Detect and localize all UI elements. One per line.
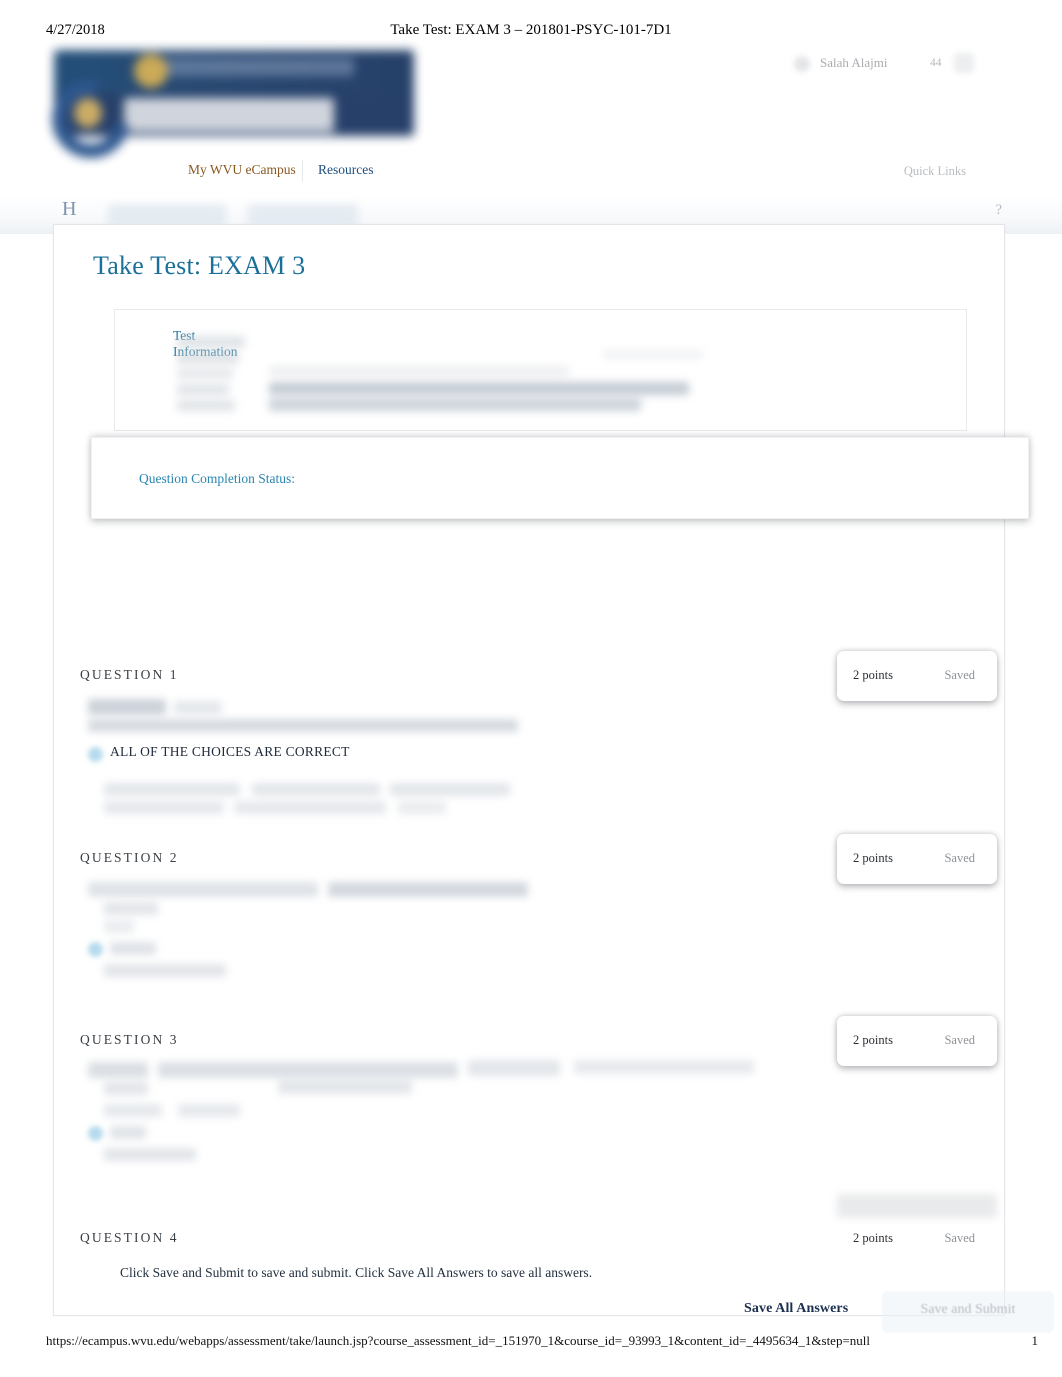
question-3-saved-status: Saved: [944, 1033, 975, 1047]
user-strip[interactable]: Salah Alajmi 44: [794, 52, 982, 78]
submit-instruction-text: Click Save and Submit to save and submit…: [120, 1265, 593, 1280]
question-3-label: QUESTION 3: [80, 1032, 179, 1047]
user-name[interactable]: Salah Alajmi: [820, 55, 888, 71]
print-footer-page-number: 1: [1031, 1333, 1039, 1348]
save-and-submit-label: Save and Submit: [920, 1302, 1016, 1317]
site-chrome: Salah Alajmi 44 My WVU eCampus Resources…: [0, 44, 1062, 234]
help-icon[interactable]: ?: [995, 202, 1002, 219]
question-4-badge-top-edge: [837, 1194, 997, 1218]
wvu-ecampus-logo[interactable]: [36, 46, 422, 174]
question-4-status-badge: 2 points Saved: [837, 1194, 997, 1258]
question-2-label: QUESTION 2: [80, 850, 179, 865]
question-1-label: QUESTION 1: [80, 667, 179, 682]
question-1-points: 2 points: [853, 668, 893, 682]
radio-selected-icon[interactable]: [88, 747, 103, 762]
question-4-points: 2 points: [853, 1231, 893, 1245]
save-and-submit-button[interactable]: Save and Submit: [882, 1291, 1054, 1333]
nav-divider: [302, 160, 303, 182]
nav-item-quick-links[interactable]: Quick Links: [904, 164, 966, 179]
breadcrumb-segment-2[interactable]: [248, 204, 358, 226]
print-page: 4/27/2018 Take Test: EXAM 3 – 201801-PSY…: [0, 0, 1062, 1377]
question-4-saved-status: Saved: [944, 1231, 975, 1245]
radio-selected-icon[interactable]: [88, 942, 103, 957]
question-completion-status-bar[interactable]: Question Completion Status:: [91, 437, 1029, 519]
home-icon[interactable]: H: [62, 198, 76, 221]
avatar-icon: [794, 56, 810, 72]
test-actions: Click Save and Submit to save and submit…: [54, 1265, 1054, 1333]
question-2-points: 2 points: [853, 851, 893, 865]
notification-bell-icon[interactable]: [954, 53, 974, 73]
radio-selected-icon[interactable]: [88, 1126, 103, 1141]
question-4-label: QUESTION 4: [80, 1230, 179, 1245]
nav-item-my-wvu-ecampus[interactable]: My WVU eCampus: [188, 162, 296, 178]
print-footer: https://ecampus.wvu.edu/webapps/assessme…: [0, 1333, 1062, 1357]
print-document-title: Take Test: EXAM 3 – 201801-PSYC-101-7D1: [390, 22, 672, 38]
test-information-panel: Test Information: [114, 309, 967, 431]
question-1-selected-answer-text: ALL OF THE CHOICES ARE CORRECT: [110, 744, 350, 759]
question-2-status-badge: 2 points Saved: [837, 834, 997, 884]
question-completion-status-label: Question Completion Status:: [139, 471, 296, 486]
question-3-status-badge: 2 points Saved: [837, 1016, 997, 1066]
breadcrumb-segment-1[interactable]: [108, 204, 226, 226]
question-2-saved-status: Saved: [944, 851, 975, 865]
print-header: 4/27/2018 Take Test: EXAM 3 – 201801-PSY…: [0, 22, 1062, 46]
question-3-points: 2 points: [853, 1033, 893, 1047]
save-all-answers-button[interactable]: Save All Answers: [744, 1301, 848, 1317]
question-1-saved-status: Saved: [944, 668, 975, 682]
notification-count-badge[interactable]: 44: [930, 57, 942, 69]
primary-nav: My WVU eCampus Resources Quick Links: [0, 160, 1062, 192]
test-information-content-redacted: [173, 336, 873, 424]
question-1-status-badge: 2 points Saved: [837, 651, 997, 701]
page-title: Take Test: EXAM 3: [93, 251, 306, 280]
print-footer-url: https://ecampus.wvu.edu/webapps/assessme…: [46, 1333, 871, 1348]
take-test-card: Take Test: EXAM 3 Test Information Quest…: [53, 224, 1054, 1333]
nav-item-resources[interactable]: Resources: [318, 162, 373, 178]
